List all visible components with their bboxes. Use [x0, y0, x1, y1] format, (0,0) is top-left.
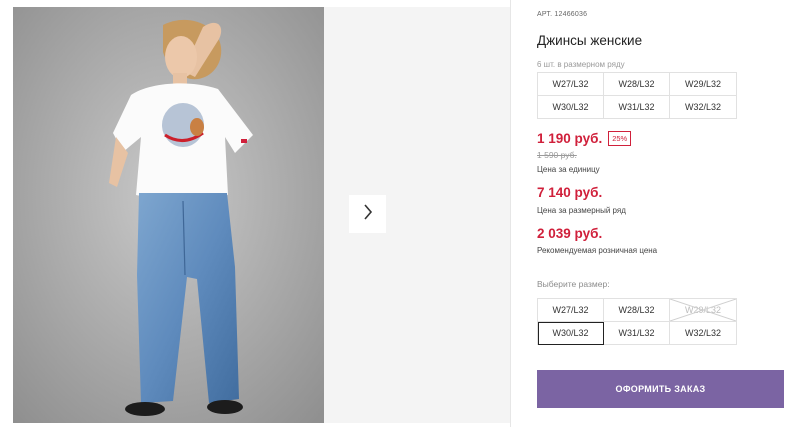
row-price: 7 140 руб.: [537, 185, 603, 200]
size-option[interactable]: W32/L32: [670, 322, 737, 345]
order-button[interactable]: ОФОРМИТЬ ЗАКАЗ: [537, 370, 784, 408]
product-photo[interactable]: [13, 7, 324, 423]
pack-size-cell: W28/L32: [604, 73, 670, 96]
retail-price: 2 039 руб.: [537, 226, 603, 241]
divider: [510, 0, 511, 427]
row-price-label: Цена за размерный ряд: [537, 206, 626, 215]
old-price: 1 590 руб.: [537, 150, 577, 160]
product-gallery: [0, 0, 510, 427]
pack-size-cell: W32/L32: [670, 96, 737, 119]
size-option[interactable]: W28/L32: [604, 299, 670, 322]
discount-badge: 25%: [608, 131, 632, 146]
pack-size-grid: W27/L32 W28/L32 W29/L32 W30/L32 W31/L32 …: [537, 72, 737, 119]
unit-price-label: Цена за единицу: [537, 165, 600, 174]
pack-size-cell: W31/L32: [604, 96, 670, 119]
product-title: Джинсы женские: [537, 33, 643, 48]
size-option[interactable]: W31/L32: [604, 322, 670, 345]
pack-label: 6 шт. в размерном ряду: [537, 60, 625, 69]
pack-size-cell: W27/L32: [538, 73, 604, 96]
product-info-panel: АРТ. 12466036 Джинсы женские 6 шт. в раз…: [537, 0, 800, 427]
article-number: АРТ. 12466036: [537, 11, 588, 18]
retail-price-label: Рекомендуемая розничная цена: [537, 246, 658, 255]
choose-size-label: Выберите размер:: [537, 279, 610, 289]
unavailable-cross-icon: [670, 299, 736, 321]
next-image-button[interactable]: [349, 195, 386, 233]
size-option-unavailable[interactable]: W29/L32: [670, 299, 737, 322]
size-option[interactable]: W27/L32: [538, 299, 604, 322]
unit-price: 1 190 руб.: [537, 131, 603, 146]
pack-size-cell: W29/L32: [670, 73, 737, 96]
chevron-right-icon: [363, 203, 373, 225]
size-option-selected[interactable]: W30/L32: [538, 322, 604, 345]
price-row: 1 190 руб. 25%: [537, 131, 632, 146]
size-selector: W27/L32 W28/L32 W29/L32 W30/L32 W31/L32 …: [537, 298, 737, 345]
pack-size-cell: W30/L32: [538, 96, 604, 119]
